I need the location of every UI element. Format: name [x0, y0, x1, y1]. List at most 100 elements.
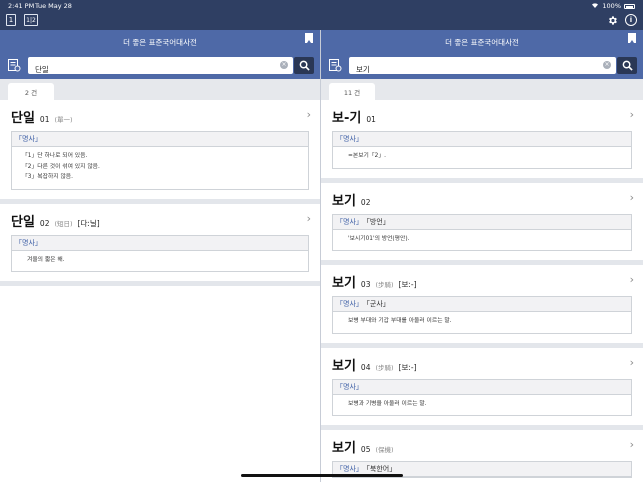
status-time: 2:41 PM: [8, 2, 35, 10]
history-list-icon[interactable]: [6, 57, 22, 73]
entry-head: 보기 02: [332, 190, 632, 212]
entry-homonym-number: 04: [360, 362, 371, 372]
definition-list: 겨울의 짧은 해.: [12, 251, 308, 272]
right-pane-header: 더 좋은 표준국어대사전 ×: [321, 30, 643, 79]
chevron-right-icon[interactable]: ›: [630, 108, 634, 121]
gear-icon[interactable]: [606, 14, 618, 26]
left-search-button[interactable]: [294, 56, 314, 74]
definition-list: 보병 부대와 기갑 부대를 아울러 이르는 말.: [333, 312, 631, 333]
chevron-right-icon[interactable]: ›: [630, 438, 634, 451]
entry-card[interactable]: 보-기 01 › 「명사」 =본보기「2」.: [321, 100, 643, 183]
right-pane-title: 더 좋은 표준국어대사전: [445, 38, 519, 47]
entry-head: 단일 01 (單一): [11, 107, 309, 129]
definition: 보병과 기병을 아울러 이르는 말.: [348, 400, 427, 407]
definition-list: =본보기「2」.: [333, 147, 631, 168]
pos-tag: 「명사」: [336, 217, 363, 226]
left-entry-list: 단일 01 (單一) › 「명사」 「1」단 하나로 되어 있음. 「2」다른 것이 섞여 …: [0, 100, 320, 286]
left-search-box: ×: [28, 56, 293, 78]
pos-tag: 「명사」: [336, 135, 363, 143]
left-result-count: 2 건: [8, 83, 54, 100]
entry-headword: 단일: [11, 111, 35, 126]
definition: '보시기01'의 방언(평안).: [348, 235, 410, 242]
entry-head: 보-기 01: [332, 107, 632, 129]
bookmark-icon[interactable]: [628, 33, 636, 43]
definition-list: '보시기01'의 방언(평안).: [333, 230, 631, 251]
right-search-box: ×: [349, 56, 616, 78]
entry-head: 보기 04 (步騎) [보ː-]: [332, 355, 632, 377]
battery-icon: [624, 3, 635, 9]
entry-homonym-number: 03: [360, 280, 371, 289]
chevron-right-icon[interactable]: ›: [307, 212, 311, 225]
chevron-right-icon[interactable]: ›: [307, 108, 311, 121]
definition: 「3」복잡하지 않음.: [22, 174, 73, 180]
info-button[interactable]: i: [625, 14, 637, 26]
sense-box: 「명사」 =본보기「2」.: [332, 131, 632, 169]
split-view-button[interactable]: 1|2: [24, 14, 38, 26]
entry-homonym-number: 01: [366, 115, 376, 124]
entry-homonym-number: 02: [360, 197, 371, 207]
entry-homonym-number: 02: [39, 218, 50, 228]
entry-hanja: (單一): [54, 116, 73, 124]
entry-head: 보기 05 (保機): [332, 437, 632, 459]
entry-headword: 보기: [332, 193, 356, 209]
definition: =본보기「2」.: [348, 153, 386, 159]
bookmark-icon[interactable]: [305, 33, 313, 43]
entry-card[interactable]: 단일 02 (短日) [다ː닐] › 「명사」 겨울의 짧은 해.: [0, 204, 320, 286]
battery-percent: 100%: [602, 2, 621, 10]
clear-icon[interactable]: ×: [280, 60, 288, 69]
clear-icon[interactable]: ×: [603, 60, 611, 69]
right-result-count: 11 건: [329, 83, 375, 100]
definition-list: 「1」단 하나로 되어 있음. 「2」다른 것이 섞여 있지 않음. 「3」복잡하지…: [12, 147, 308, 189]
left-pane-header: 더 좋은 표준국어대사전 ×: [0, 30, 320, 79]
left-pane: 더 좋은 표준국어대사전 × 2 건 단일01(單一)›「명사」「1」단 하나로…: [0, 30, 320, 482]
sense-box: 「명사」 「군사」 보병 부대와 기갑 부대를 아울러 이르는 말.: [332, 296, 632, 334]
entry-headword: 단일: [11, 214, 35, 230]
pos-tag: 「방언」: [362, 217, 390, 226]
chevron-right-icon[interactable]: ›: [630, 191, 634, 204]
definition: 겨울의 짧은 해.: [27, 256, 65, 263]
entry-hanja: (保機): [375, 446, 394, 454]
part-of-speech: 「명사」 「군사」: [333, 297, 631, 312]
single-view-button[interactable]: 1: [6, 14, 16, 26]
entry-pronunciation: [보ː-]: [398, 280, 417, 289]
entry-card[interactable]: 보기 02 › 「명사」 「방언」 '보시기01'의 방언(평안).: [321, 183, 643, 265]
chevron-right-icon[interactable]: ›: [630, 356, 634, 369]
chevron-right-icon[interactable]: ›: [630, 273, 634, 286]
entry-pronunciation: [보ː-]: [398, 362, 417, 372]
pos-tag: 「명사」: [336, 300, 363, 308]
sense-box: 「명사」 「1」단 하나로 되어 있음. 「2」다른 것이 섞여 있지 않음. 「3」…: [11, 131, 309, 190]
pos-tag: 「군사」: [362, 300, 390, 308]
right-search-input[interactable]: [349, 60, 616, 78]
right-search-button[interactable]: [617, 56, 637, 74]
search-icon: [299, 60, 310, 71]
sense-box: 「명사」 「방언」 '보시기01'의 방언(평안).: [332, 213, 632, 251]
entry-headword: 보기: [332, 441, 356, 456]
entry-head: 단일 02 (短日) [다ː닐]: [11, 211, 309, 233]
status-right: 100%: [591, 2, 635, 10]
entry-headword: 보기: [332, 276, 356, 291]
part-of-speech: 「명사」: [12, 235, 308, 251]
entry-hanja: (短日): [54, 219, 73, 228]
entry-hanja: (步騎): [375, 363, 394, 372]
entry-card[interactable]: 보기 03 (步騎) [보ː-] › 「명사」 「군사」 보병 부대와 기갑 부대를 아울러 …: [321, 265, 643, 348]
history-list-icon[interactable]: [327, 57, 343, 73]
top-toolbar: 1 1|2 i: [0, 11, 643, 30]
definition: 「2」다른 것이 섞여 있지 않음.: [22, 163, 100, 170]
entry-card[interactable]: 단일 01 (單一) › 「명사」 「1」단 하나로 되어 있음. 「2」다른 것이 섞여 …: [0, 100, 320, 204]
sense-box: 「명사」 보병과 기병을 아울러 이르는 말.: [332, 378, 632, 416]
right-entry-list: 보-기 01 › 「명사」 =본보기「2」. 보기 02 › 「명사」 「방언」 '보시기01'의 …: [321, 100, 643, 482]
left-search-input[interactable]: [28, 60, 293, 78]
entry-pronunciation: [다ː닐]: [77, 218, 100, 228]
left-pane-title: 더 좋은 표준국어대사전: [123, 38, 197, 47]
left-count-bar: 2 건: [0, 79, 320, 100]
entry-card[interactable]: 보기 04 (步騎) [보ː-] › 「명사」 보병과 기병을 아울러 이르는 말.: [321, 348, 643, 430]
home-indicator[interactable]: [241, 474, 403, 477]
status-date: Tue May 28: [35, 2, 72, 10]
definition: 보병 부대와 기갑 부대를 아울러 이르는 말.: [348, 318, 452, 324]
pos-tag: 「북한어」: [362, 465, 397, 473]
part-of-speech: 「명사」: [333, 379, 631, 395]
pos-tag: 「명사」: [336, 382, 363, 391]
status-bar: 2:41 PM Tue May 28 100%: [0, 0, 643, 11]
part-of-speech: 「명사」: [333, 132, 631, 147]
definition-list: 보병과 기병을 아울러 이르는 말.: [333, 395, 631, 416]
